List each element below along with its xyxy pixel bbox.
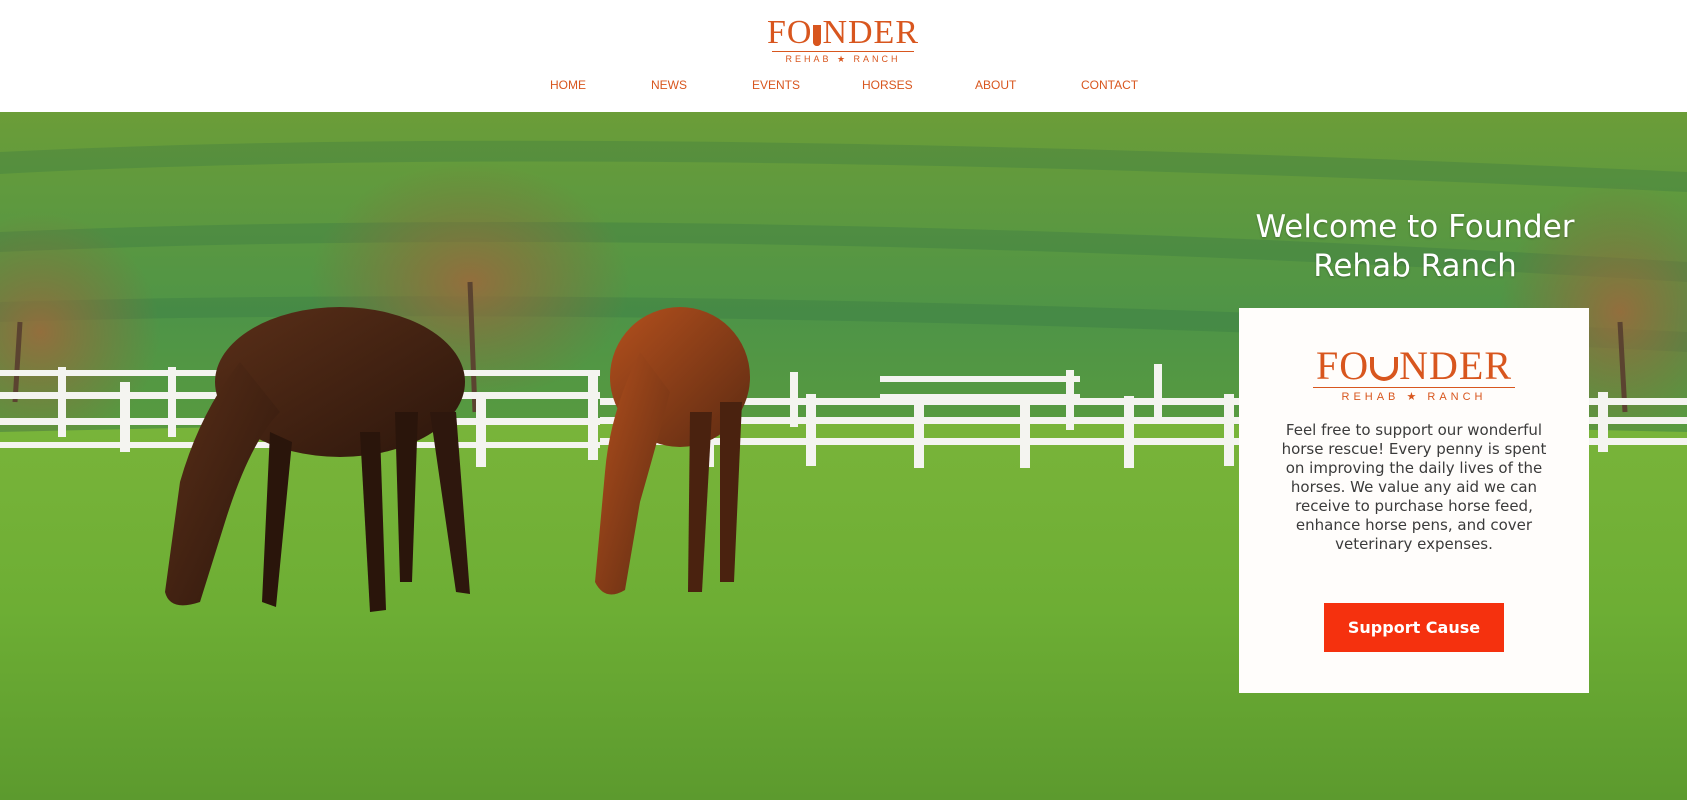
support-cause-button[interactable]: Support Cause [1324, 603, 1504, 652]
site-header: FO NDER REHAB ★ RANCH HOME NEWS EVENTS HO… [0, 0, 1687, 112]
horseshoe-icon [813, 25, 822, 46]
nav-events[interactable]: EVENTS [752, 78, 800, 92]
site-logo[interactable]: FO NDER REHAB ★ RANCH [766, 14, 920, 65]
card-logo-text-start: FO [1315, 343, 1370, 388]
logo-text-end: NDER [822, 14, 920, 51]
horseshoe-icon [1370, 357, 1399, 381]
support-description: Feel free to support our wonderful horse… [1281, 421, 1547, 553]
card-logo-text-end: NDER [1399, 343, 1513, 388]
main-nav: HOME NEWS EVENTS HORSES ABOUT CONTACT [0, 78, 1687, 94]
card-logo-subtitle: REHAB ★ RANCH [1341, 391, 1487, 403]
card-logo: FO NDER REHAB ★ RANCH [1309, 346, 1519, 404]
nav-news[interactable]: NEWS [651, 78, 687, 92]
hero-heading: Welcome to Founder Rehab Ranch [1255, 209, 1575, 284]
nav-about[interactable]: ABOUT [975, 78, 1016, 92]
support-card: FO NDER REHAB ★ RANCH Feel free to suppor… [1239, 308, 1589, 693]
logo-text-start: FO [766, 14, 813, 51]
logo-subtitle: REHAB ★ RANCH [785, 54, 901, 64]
nav-home[interactable]: HOME [550, 78, 586, 92]
logo-divider [772, 51, 914, 52]
nav-horses[interactable]: HORSES [862, 78, 913, 92]
hero-section: Welcome to Founder Rehab Ranch FO NDER RE… [0, 112, 1687, 800]
card-logo-wordmark: FO NDER [1309, 346, 1519, 386]
logo-wordmark: FO NDER [766, 14, 920, 51]
nav-contact[interactable]: CONTACT [1081, 78, 1138, 92]
